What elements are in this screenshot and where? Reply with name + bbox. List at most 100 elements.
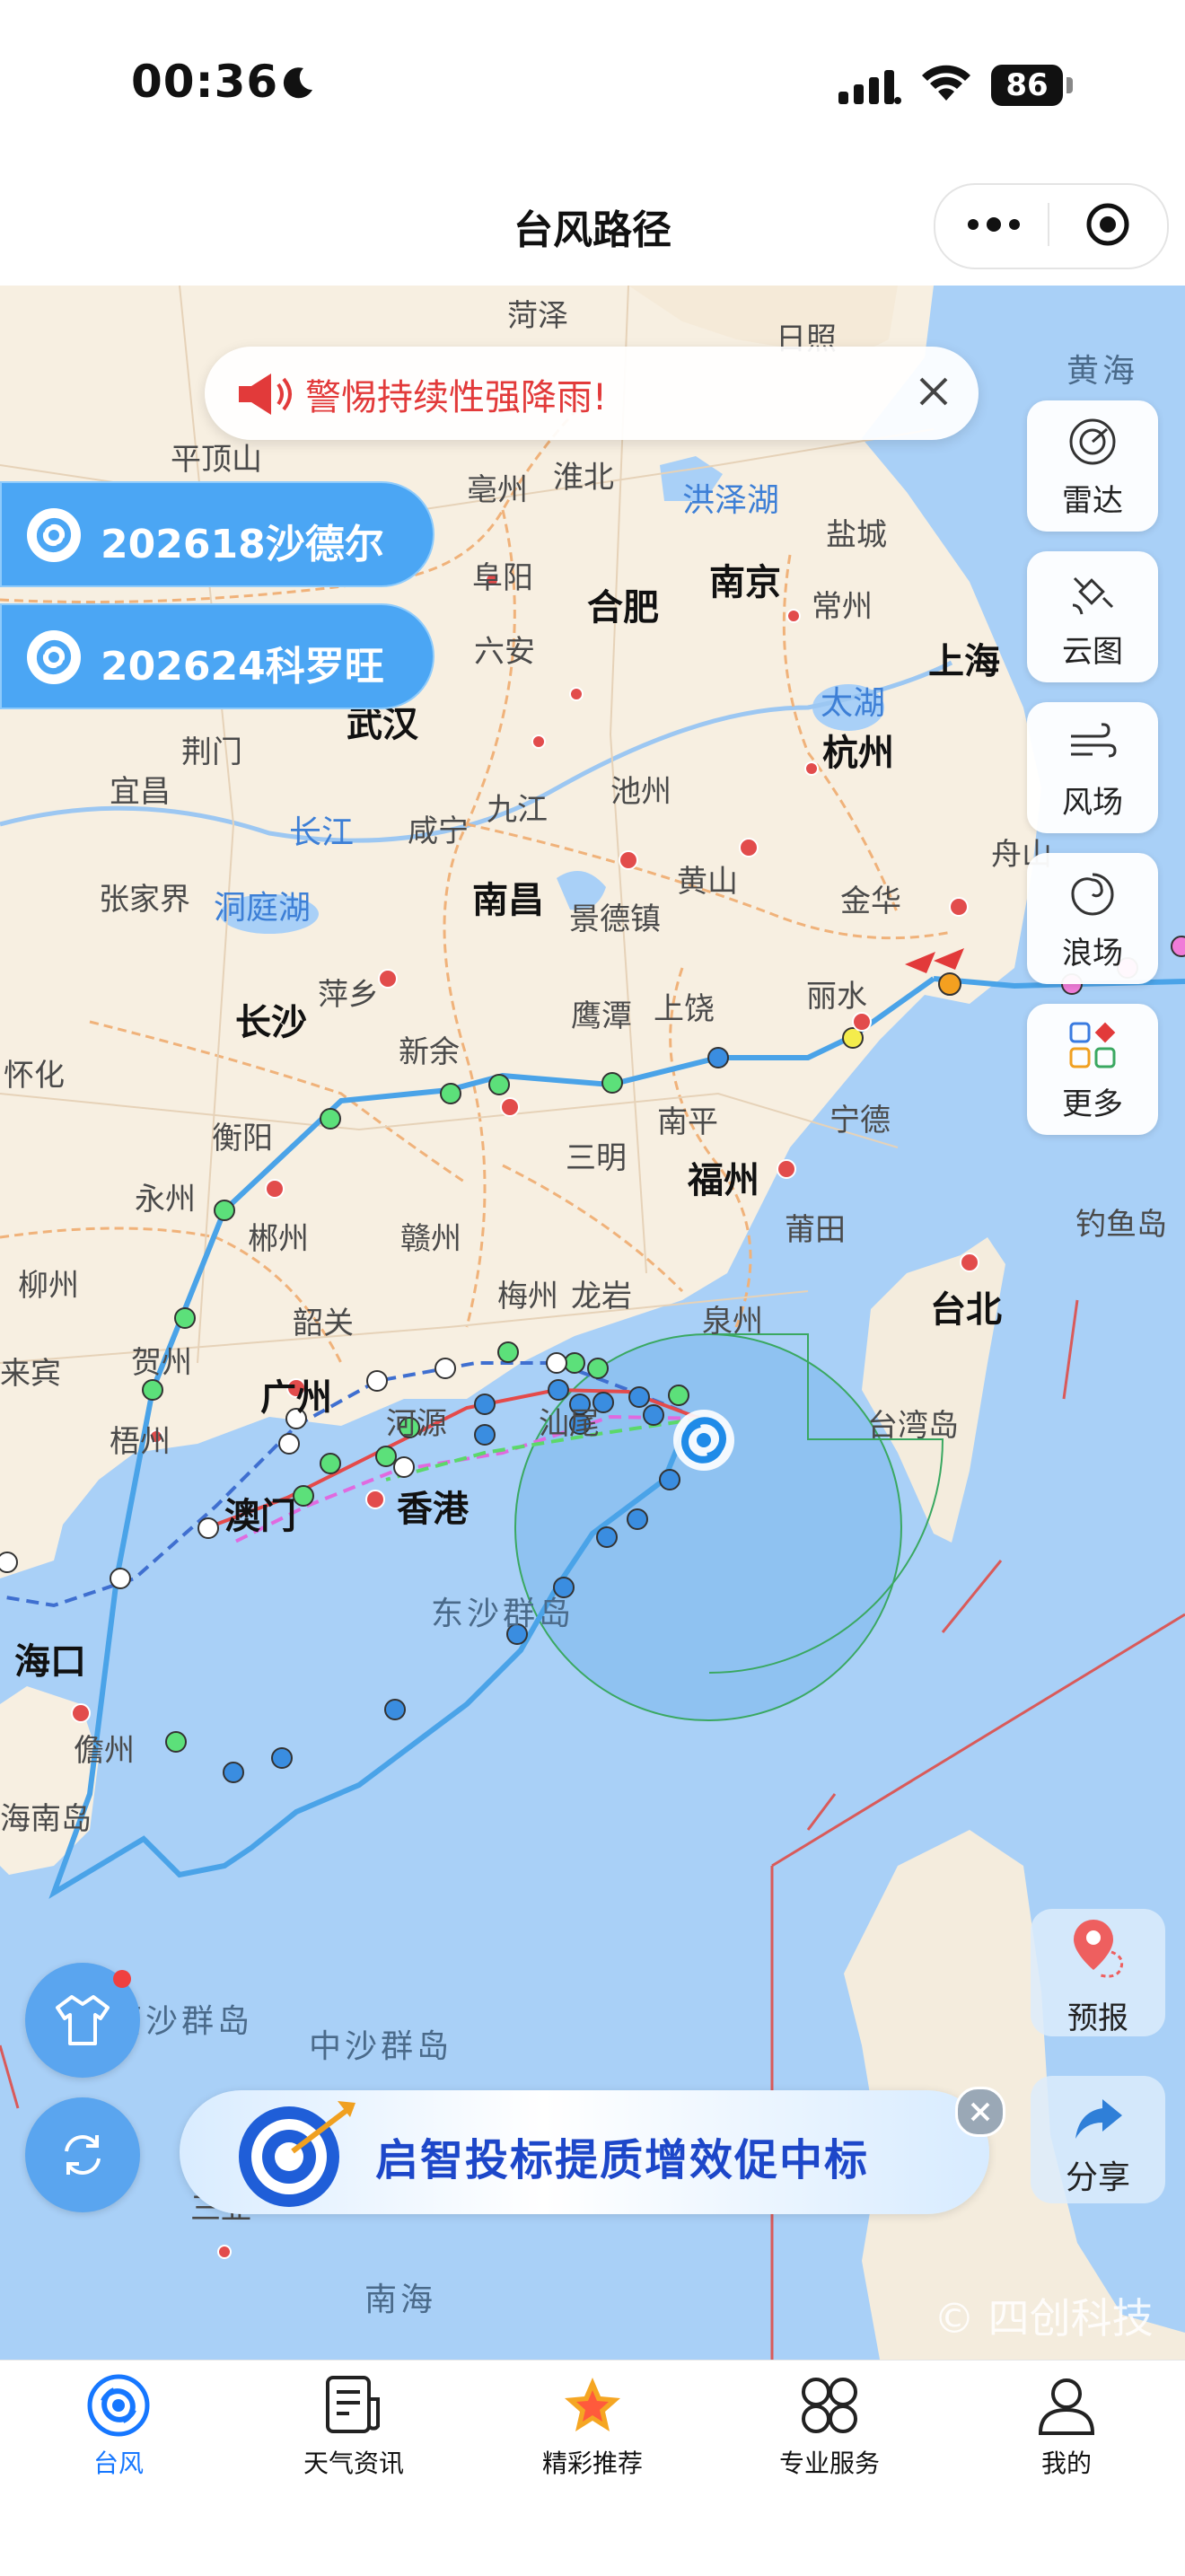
typhoon-label: 202618沙德尔 bbox=[101, 522, 384, 567]
forecast-pin-icon bbox=[1074, 1920, 1124, 1978]
star-icon bbox=[565, 2378, 620, 2431]
map-label-sea: 黄海 bbox=[1066, 353, 1139, 390]
watermark: © 四创科技 bbox=[934, 2294, 1154, 2343]
tab-news[interactable]: 天气资讯 bbox=[264, 2361, 443, 2480]
typhoon-pill-1[interactable]: 202618沙德尔 bbox=[0, 481, 434, 587]
satellite-label: 云图 bbox=[1062, 634, 1123, 670]
typhoon-icon bbox=[27, 630, 81, 684]
map-label-city: 泉州 bbox=[702, 1304, 763, 1340]
battery-icon: 86 bbox=[991, 65, 1074, 106]
service-icon bbox=[802, 2378, 857, 2433]
map-label-city: 南平 bbox=[657, 1104, 718, 1140]
map-label-sea: 中沙群岛 bbox=[309, 2028, 453, 2065]
map-label-capital: 南京 bbox=[709, 562, 781, 603]
map-label-city: 梧州 bbox=[110, 1424, 171, 1460]
share-button[interactable]: 分享 bbox=[1031, 2076, 1165, 2203]
close-miniprogram-icon[interactable] bbox=[1084, 201, 1131, 248]
map-label-city: 亳州 bbox=[467, 472, 528, 508]
map-label-city: 常州 bbox=[812, 589, 873, 625]
satellite-button[interactable]: 云图 bbox=[1027, 551, 1158, 682]
map-label-city: 六安 bbox=[474, 634, 535, 670]
close-icon bbox=[970, 2102, 990, 2122]
map-label-water: 洞庭湖 bbox=[214, 890, 312, 927]
map-label-city: 莆田 bbox=[785, 1212, 846, 1248]
map-label-city: 柳州 bbox=[18, 1268, 79, 1304]
theme-button[interactable] bbox=[25, 1963, 140, 2078]
map-label-city: 衡阳 bbox=[212, 1121, 273, 1156]
map-label-city: 钓鱼岛 bbox=[1075, 1207, 1167, 1243]
wind-button[interactable]: 风场 bbox=[1027, 702, 1158, 833]
alert-text: 警惕持续性强降雨! bbox=[305, 377, 608, 418]
tab-typhoon[interactable]: 台风 bbox=[29, 2361, 208, 2480]
tab-label: 台风 bbox=[92, 2449, 144, 2478]
radar-button[interactable]: 雷达 bbox=[1027, 400, 1158, 532]
typhoon-pill-2[interactable]: 202624科罗旺 bbox=[0, 603, 434, 709]
ad-close-button[interactable] bbox=[955, 2087, 1005, 2137]
map-label-city: 赣州 bbox=[400, 1221, 461, 1257]
close-icon[interactable] bbox=[914, 372, 953, 411]
radar-icon bbox=[1069, 418, 1116, 465]
map-label-city: 咸宁 bbox=[408, 813, 469, 849]
map-label-capital: 台北 bbox=[930, 1289, 1002, 1331]
notification-dot bbox=[113, 1970, 131, 1988]
wave-icon bbox=[1071, 873, 1114, 916]
map-label-city: 丽水 bbox=[806, 979, 867, 1015]
map-label-city: 郴州 bbox=[248, 1221, 309, 1257]
share-arrow-icon bbox=[1075, 2099, 1122, 2139]
map-label-city: 三明 bbox=[566, 1140, 627, 1176]
map-label-city: 新余 bbox=[399, 1034, 460, 1070]
typhoon-icon bbox=[27, 508, 81, 562]
map-label-water: 长江 bbox=[289, 814, 355, 851]
map-label-city: 宜昌 bbox=[110, 774, 171, 810]
shirt-icon bbox=[56, 1995, 110, 2045]
map-label-sea: 南海 bbox=[364, 2281, 437, 2318]
tab-label: 天气资讯 bbox=[303, 2449, 404, 2478]
wave-button[interactable]: 浪场 bbox=[1027, 853, 1158, 984]
refresh-button[interactable] bbox=[25, 2097, 140, 2212]
grid-icon bbox=[1069, 1022, 1116, 1068]
satellite-icon bbox=[1072, 576, 1114, 615]
tab-service[interactable]: 专业服务 bbox=[740, 2361, 919, 2480]
map-label-city: 平顶山 bbox=[171, 442, 262, 478]
forecast-button[interactable]: 预报 bbox=[1031, 1909, 1165, 2036]
map-label-city: 龙岩 bbox=[571, 1279, 632, 1314]
map-label-city: 鹰潭 bbox=[571, 998, 632, 1034]
map-label-capital: 杭州 bbox=[822, 733, 894, 774]
map-label-sea: 东沙群岛 bbox=[431, 1596, 575, 1632]
map-label-capital: 福州 bbox=[688, 1160, 759, 1201]
map-label-city: 台湾岛 bbox=[867, 1408, 959, 1444]
moon-icon bbox=[283, 67, 312, 99]
map-label-water: 洪泽湖 bbox=[682, 482, 780, 519]
ad-text: 启智投标提质增效促中标 bbox=[375, 2135, 870, 2185]
map-label-capital: 南昌 bbox=[472, 880, 544, 921]
user-icon bbox=[1038, 2378, 1095, 2435]
tab-label: 精彩推荐 bbox=[541, 2449, 643, 2478]
map-label-city: 黄山 bbox=[677, 864, 738, 900]
more-dots-icon[interactable] bbox=[962, 208, 1025, 241]
more-label: 更多 bbox=[1062, 1086, 1123, 1122]
share-label: 分享 bbox=[1065, 2159, 1130, 2196]
map-label-city: 汕尾 bbox=[539, 1406, 600, 1442]
news-icon bbox=[326, 2376, 380, 2433]
wind-icon bbox=[1071, 723, 1117, 758]
tab-recommend[interactable]: 精彩推荐 bbox=[503, 2361, 682, 2480]
map-label-city: 梅州 bbox=[497, 1279, 558, 1314]
tab-label: 我的 bbox=[1040, 2449, 1092, 2478]
map-label-city: 韶关 bbox=[293, 1306, 354, 1341]
map-label-capital: 海口 bbox=[14, 1641, 86, 1683]
map-label-city: 金华 bbox=[840, 884, 901, 919]
tab-mine[interactable]: 我的 bbox=[977, 2361, 1156, 2480]
map-label-city: 盐城 bbox=[826, 517, 887, 553]
typhoon-icon bbox=[87, 2374, 150, 2437]
more-button[interactable]: 更多 bbox=[1027, 1004, 1158, 1135]
battery-level: 86 bbox=[991, 65, 1063, 106]
target-dart-icon bbox=[239, 2101, 356, 2207]
signal-icon bbox=[838, 70, 901, 104]
radar-label: 雷达 bbox=[1062, 483, 1123, 519]
map-label-capital: 香港 bbox=[397, 1489, 469, 1530]
map-label-city: 菏泽 bbox=[507, 298, 568, 334]
map-label-capital: 澳门 bbox=[224, 1496, 296, 1537]
map-label-capital: 长沙 bbox=[235, 1002, 307, 1043]
typhoon-map[interactable]: 菏泽 日照 平顶山 亳州 淮北 盐城 阜阳 六安 常州 荆门 宜昌 咸宁 九江 … bbox=[0, 286, 1185, 2360]
map-label-city: 阜阳 bbox=[472, 560, 533, 596]
